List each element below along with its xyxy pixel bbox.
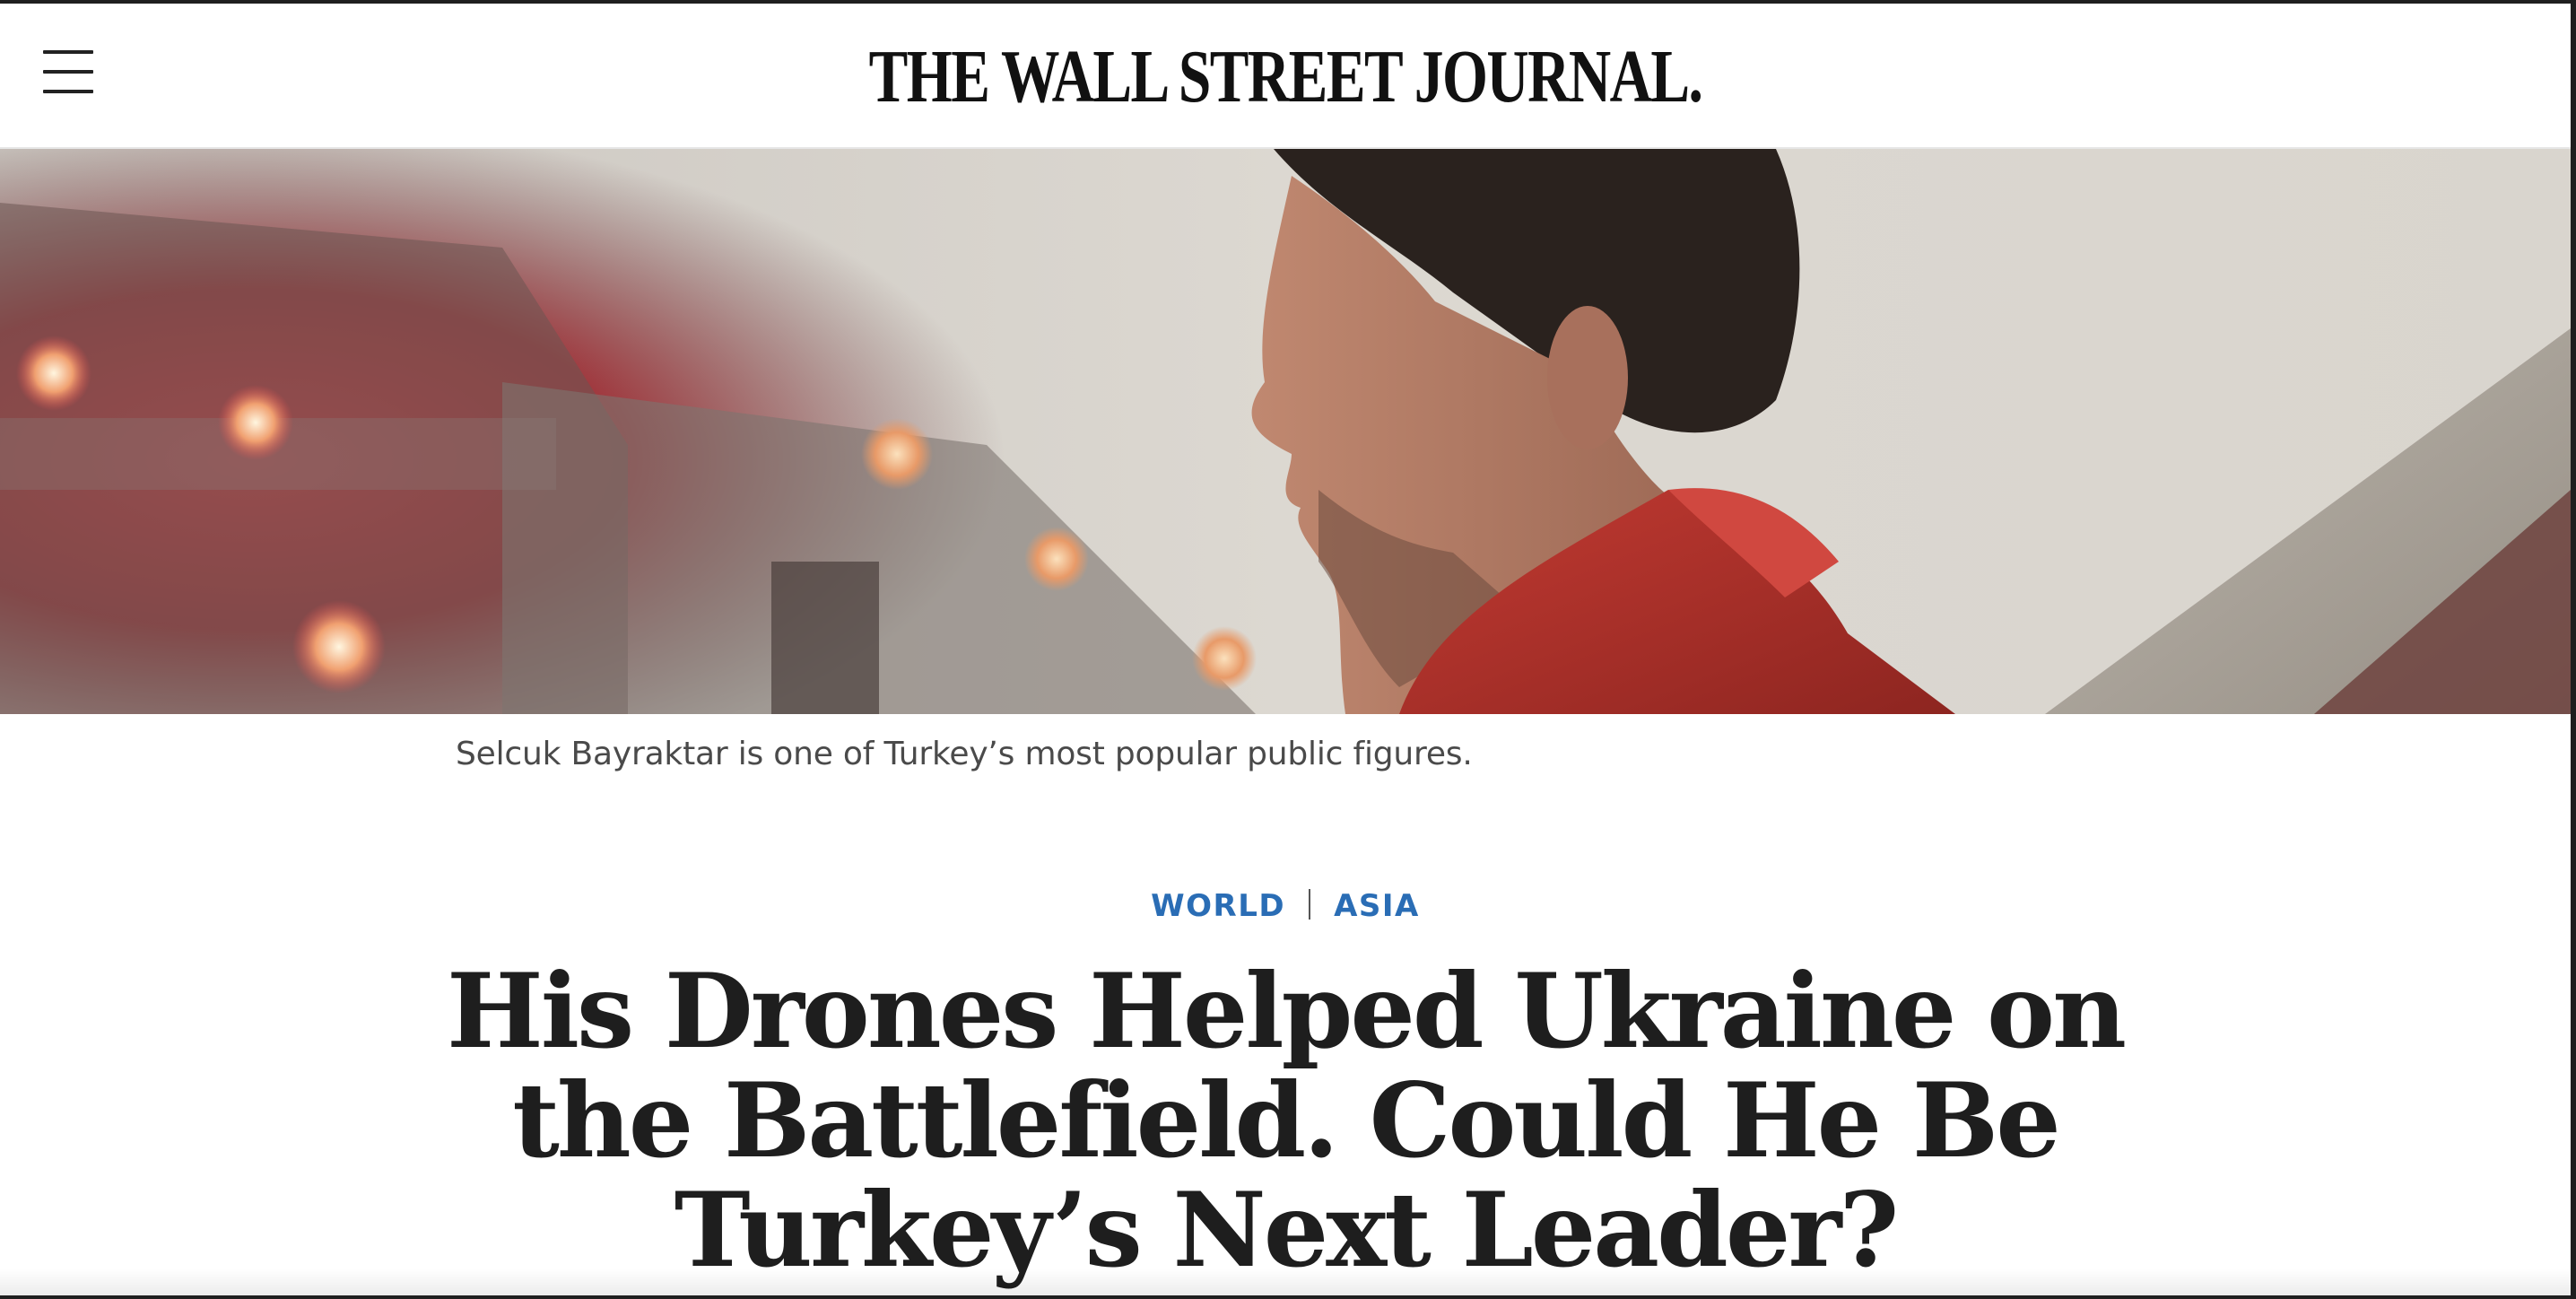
section-link-asia[interactable]: ASIA — [1334, 888, 1420, 924]
section-breadcrumb: WORLD ASIA — [0, 888, 2571, 924]
image-caption: Selcuk Bayraktar is one of Turkey’s most… — [456, 736, 1473, 772]
hero-image — [0, 149, 2571, 714]
scroll-shadow — [0, 1268, 2571, 1295]
masthead: THE WALL STREET JOURNAL. — [0, 4, 2571, 149]
section-link-world[interactable]: WORLD — [1151, 888, 1285, 924]
hamburger-menu-icon[interactable] — [38, 47, 102, 100]
wsj-logo[interactable]: THE WALL STREET JOURNAL. — [283, 32, 2287, 122]
article-page: THE WALL STREET JOURNAL. Selcuk Bayrakta… — [0, 4, 2571, 1295]
section-divider — [1309, 889, 1311, 920]
article-headline: His Drones Helped Ukraine on the Battlef… — [447, 951, 2127, 1290]
